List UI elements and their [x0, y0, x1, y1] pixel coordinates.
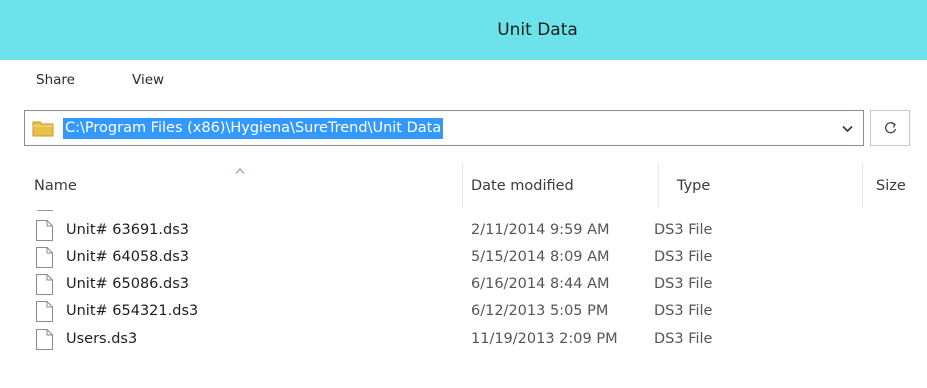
file-date-modified: 11/19/2013 2:09 PM: [471, 331, 618, 347]
table-row[interactable]: Unit# 63691.ds3 2/11/2014 9:59 AM DS3 Fi…: [24, 217, 914, 244]
file-icon: [36, 301, 53, 322]
file-name: Unit# 654321.ds3: [66, 303, 199, 319]
chevron-down-icon[interactable]: [842, 125, 853, 133]
file-name: Unit# 65086.ds3: [66, 276, 189, 292]
file-type: DS3 File: [654, 222, 713, 238]
file-name: Unit# 64058.ds3: [66, 249, 189, 265]
file-type: DS3 File: [654, 331, 713, 347]
tab-view[interactable]: View: [132, 72, 164, 88]
file-name: Unit# 63691.ds3: [66, 222, 189, 238]
column-header-type[interactable]: Type: [677, 178, 710, 194]
file-type: DS3 File: [654, 249, 713, 265]
window-title: Unit Data: [497, 20, 578, 40]
column-header-size[interactable]: Size: [876, 178, 906, 194]
file-name: Users.ds3: [66, 331, 138, 347]
column-divider[interactable]: [462, 163, 463, 208]
address-bar[interactable]: C:\Program Files (x86)\Hygiena\SureTrend…: [24, 110, 864, 146]
column-divider[interactable]: [658, 163, 659, 208]
table-row[interactable]: Users.ds3 11/19/2013 2:09 PM DS3 File: [24, 326, 914, 353]
file-icon: [36, 274, 53, 295]
ribbon: Share View: [0, 60, 927, 105]
table-row[interactable]: Unit# 64058.ds3 5/15/2014 8:09 AM DS3 Fi…: [24, 244, 914, 271]
refresh-button[interactable]: [870, 110, 910, 146]
table-row[interactable]: Unit# 654321.ds3 6/12/2013 5:05 PM DS3 F…: [24, 298, 914, 325]
file-type: DS3 File: [654, 303, 713, 319]
column-divider[interactable]: [862, 163, 863, 208]
refresh-icon: [885, 122, 897, 134]
partial-row-edge: [37, 210, 53, 211]
column-header-date-modified[interactable]: Date modified: [471, 178, 574, 194]
column-header-name[interactable]: Name: [34, 178, 77, 194]
sort-ascending-icon: [235, 168, 245, 174]
file-date-modified: 2/11/2014 9:59 AM: [471, 222, 610, 238]
file-date-modified: 6/12/2013 5:05 PM: [471, 303, 609, 319]
folder-icon: [32, 121, 54, 137]
address-path[interactable]: C:\Program Files (x86)\Hygiena\SureTrend…: [63, 118, 444, 139]
table-row[interactable]: Unit# 65086.ds3 6/16/2014 8:44 AM DS3 Fi…: [24, 271, 914, 298]
window-titlebar: Unit Data: [0, 0, 927, 60]
file-icon: [36, 220, 53, 241]
file-date-modified: 6/16/2014 8:44 AM: [471, 276, 610, 292]
file-icon: [36, 247, 53, 268]
file-icon: [36, 329, 53, 350]
tab-share[interactable]: Share: [36, 72, 75, 88]
file-date-modified: 5/15/2014 8:09 AM: [471, 249, 610, 265]
file-type: DS3 File: [654, 276, 713, 292]
